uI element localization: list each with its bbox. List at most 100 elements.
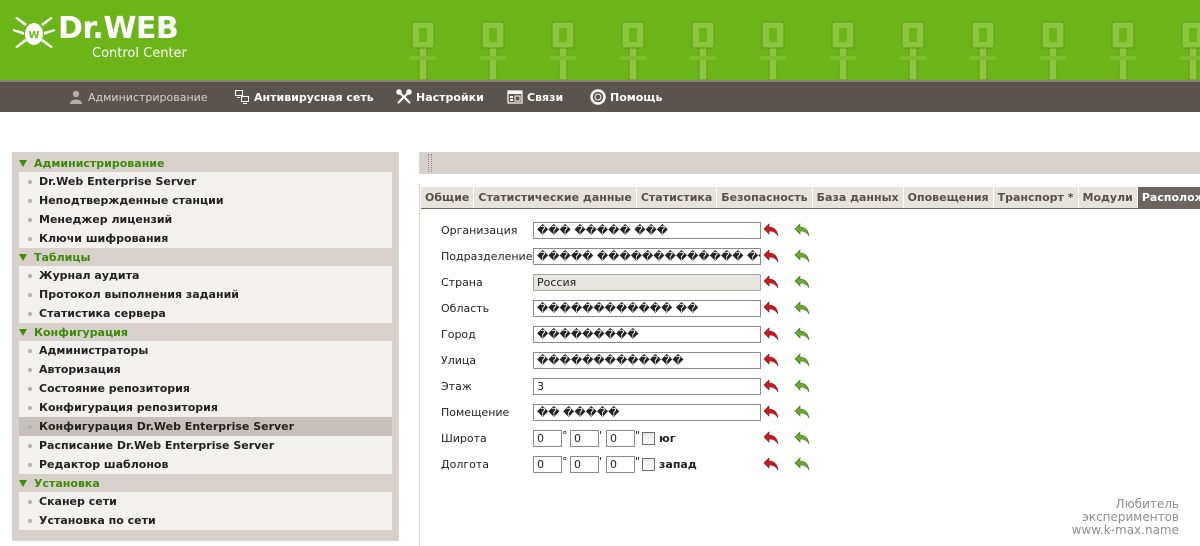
sidebar-item-server-schedule[interactable]: Расписание Dr.Web Enterprise Server xyxy=(19,436,392,455)
collapse-triangle-icon xyxy=(19,328,27,336)
sidebar-item-network-scanner[interactable]: Сканер сети xyxy=(19,492,392,511)
undo-red-arrow-icon[interactable] xyxy=(763,301,779,315)
collapse-triangle-icon xyxy=(19,253,27,261)
sidebar-section-administration[interactable]: Администрирование xyxy=(19,156,392,172)
tab-transport[interactable]: Транспорт * xyxy=(993,187,1079,208)
tab-statistics[interactable]: Статистика xyxy=(636,187,718,208)
sidebar-section-title: Администрирование xyxy=(34,157,165,170)
default-green-arrow-icon[interactable] xyxy=(794,353,810,367)
sidebar-section-title: Конфигурация xyxy=(34,326,128,339)
default-green-arrow-icon[interactable] xyxy=(794,431,810,445)
help-lifebuoy-icon xyxy=(590,89,606,105)
nav-administration[interactable]: Администрирование xyxy=(68,82,208,112)
sidebar-group-installation: Сканер сети Установка по сети xyxy=(19,492,392,530)
undo-red-arrow-icon[interactable] xyxy=(763,249,779,263)
nav-antivirus-network-label: Антивирусная сеть xyxy=(254,90,374,104)
sidebar-item-administrators[interactable]: Администраторы xyxy=(19,341,392,360)
latitude-seconds-input[interactable]: 0 xyxy=(606,430,635,447)
street-input[interactable]: ������������� xyxy=(533,352,761,369)
default-green-arrow-icon[interactable] xyxy=(794,301,810,315)
longitude-minutes-input[interactable]: 0 xyxy=(570,456,599,473)
sidebar-item-repository-config[interactable]: Конфигурация репозитория xyxy=(19,398,392,417)
default-green-arrow-icon[interactable] xyxy=(794,405,810,419)
room-input[interactable]: �� ����� xyxy=(533,404,761,421)
sidebar-item-network-install[interactable]: Установка по сети xyxy=(19,511,392,530)
longitude-label: Долгота xyxy=(441,458,490,471)
nav-antivirus-network[interactable]: Антивирусная сеть xyxy=(234,82,374,112)
room-label: Помещение xyxy=(441,406,510,419)
default-green-arrow-icon[interactable] xyxy=(794,223,810,237)
tab-security[interactable]: Безопасность xyxy=(717,187,813,208)
sidebar-item-server-config[interactable]: Конфигурация Dr.Web Enterprise Server xyxy=(19,417,392,436)
floor-input[interactable]: 3 xyxy=(533,378,761,395)
undo-red-arrow-icon[interactable] xyxy=(763,405,779,419)
undo-red-arrow-icon[interactable] xyxy=(763,457,779,471)
tab-modules[interactable]: Модули xyxy=(1078,187,1138,208)
undo-red-arrow-icon[interactable] xyxy=(763,275,779,289)
tab-statistical-data[interactable]: Статистические данные xyxy=(474,187,637,208)
tab-location[interactable]: Расположение xyxy=(1137,187,1200,208)
degree-symbol: ° xyxy=(562,429,568,442)
country-input[interactable]: Россия xyxy=(533,274,761,291)
longitude-west-checkbox[interactable] xyxy=(642,458,655,471)
nav-settings[interactable]: Настройки xyxy=(396,82,484,112)
sidebar-section-tables[interactable]: Таблицы xyxy=(19,250,392,266)
longitude-seconds-input[interactable]: 0 xyxy=(606,456,635,473)
region-input[interactable]: ������������ �� xyxy=(533,300,761,317)
undo-red-arrow-icon[interactable] xyxy=(763,353,779,367)
watermark-line: www.k-max.name xyxy=(1071,523,1179,537)
sidebar-item-server-stats[interactable]: Статистика сервера xyxy=(19,304,392,323)
default-green-arrow-icon[interactable] xyxy=(794,379,810,393)
latitude-degrees-input[interactable]: 0 xyxy=(533,430,562,447)
header-pillar-decoration xyxy=(1178,18,1200,80)
department-input[interactable]: ����� ������������� ���������� xyxy=(533,248,761,265)
city-input[interactable]: ��������� xyxy=(533,326,761,343)
undo-red-arrow-icon[interactable] xyxy=(763,379,779,393)
tab-general[interactable]: Общие xyxy=(421,187,475,208)
header-pillar-decoration xyxy=(618,18,648,80)
sidebar-item-template-editor[interactable]: Редактор шаблонов xyxy=(19,455,392,474)
sidebar-item-audit-log[interactable]: Журнал аудита xyxy=(19,266,392,285)
nav-help[interactable]: Помощь xyxy=(590,82,662,112)
city-label: Город xyxy=(441,328,476,341)
nav-connections[interactable]: Связи xyxy=(507,82,563,112)
street-label: Улица xyxy=(441,354,477,367)
tab-database[interactable]: База данных xyxy=(812,187,904,208)
undo-red-arrow-icon[interactable] xyxy=(763,431,779,445)
main-navbar: Администрирование Антивирусная сеть Наст… xyxy=(0,80,1200,112)
sidebar-section-installation[interactable]: Установка xyxy=(19,476,392,492)
default-green-arrow-icon[interactable] xyxy=(794,275,810,289)
organization-label: Организация xyxy=(441,224,518,237)
default-green-arrow-icon[interactable] xyxy=(794,327,810,341)
sidebar-item-repository-state[interactable]: Состояние репозитория xyxy=(19,379,392,398)
toolbar-grip[interactable] xyxy=(428,154,432,172)
sidebar-item-unapproved-stations[interactable]: Неподтвержденные станции xyxy=(19,191,392,210)
sidebar-item-authorization[interactable]: Авторизация xyxy=(19,360,392,379)
default-green-arrow-icon[interactable] xyxy=(794,249,810,263)
brand-subtitle: Control Center xyxy=(92,46,187,61)
sidebar-item-encryption-keys[interactable]: Ключи шифрования xyxy=(19,229,392,248)
latitude-label: Широта xyxy=(441,432,487,445)
sidebar-group-configuration: Администраторы Авторизация Состояние реп… xyxy=(19,341,392,474)
nav-settings-label: Настройки xyxy=(416,90,484,104)
undo-red-arrow-icon[interactable] xyxy=(763,327,779,341)
default-green-arrow-icon[interactable] xyxy=(794,457,810,471)
sidebar-item-task-log[interactable]: Протокол выполнения заданий xyxy=(19,285,392,304)
sidebar-item-license-manager[interactable]: Менеджер лицензий xyxy=(19,210,392,229)
latitude-south-checkbox[interactable] xyxy=(642,432,655,445)
header-pillar-decoration xyxy=(478,18,508,80)
drweb-logo[interactable]: W Dr.WEB Control Center xyxy=(12,14,187,61)
settings-tools-icon xyxy=(396,89,412,104)
network-computers-icon xyxy=(235,90,249,104)
tab-notifications[interactable]: Оповещения xyxy=(903,187,994,208)
undo-red-arrow-icon[interactable] xyxy=(763,223,779,237)
latitude-minutes-input[interactable]: 0 xyxy=(570,430,599,447)
header-pillar-decoration xyxy=(1108,18,1138,80)
sidebar-section-configuration[interactable]: Конфигурация xyxy=(19,325,392,341)
organization-input[interactable]: ��� ����� ��� xyxy=(533,222,761,239)
header-pillar-decoration xyxy=(968,18,998,80)
longitude-degrees-input[interactable]: 0 xyxy=(533,456,562,473)
tab-underline xyxy=(421,208,1200,209)
sidebar-item-enterprise-server[interactable]: Dr.Web Enterprise Server xyxy=(19,172,392,191)
sidebar-section-title: Таблицы xyxy=(34,251,91,264)
